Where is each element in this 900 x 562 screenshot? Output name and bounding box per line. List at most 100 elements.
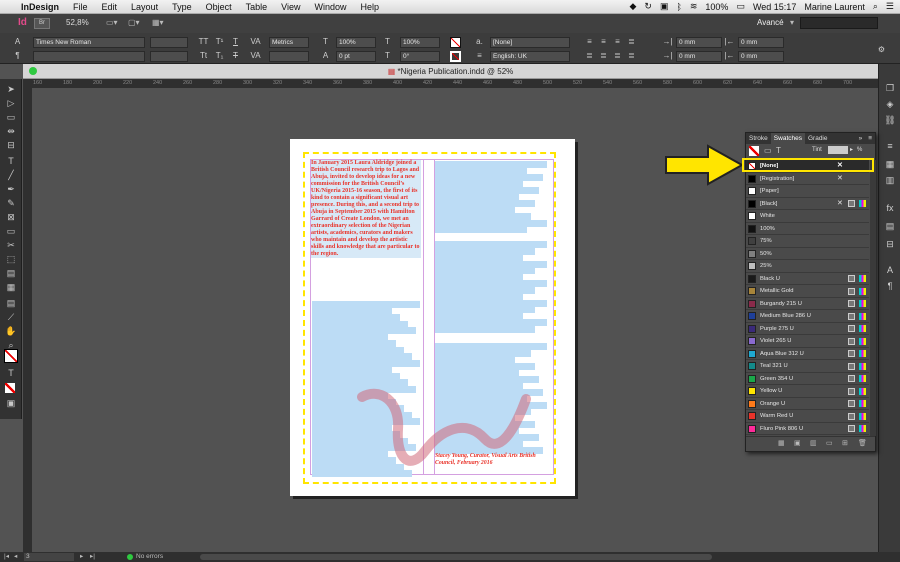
justify-icon[interactable]: ≣ [626, 36, 637, 47]
panel-menu-icon[interactable]: ≡ [865, 133, 875, 144]
horizontal-scale-field[interactable]: 100% [400, 37, 440, 48]
subscript-icon[interactable]: T₁ [214, 50, 225, 61]
align-spine-icon[interactable]: ≣ [598, 50, 609, 61]
menu-item-window[interactable]: Window [307, 2, 353, 12]
last-page-icon[interactable]: ▸| [90, 552, 95, 562]
align-left-icon[interactable]: ≡ [584, 36, 595, 47]
tab-swatches[interactable]: Swatches [770, 133, 805, 144]
horizontal-scrollbar[interactable] [200, 554, 712, 560]
menu-item-layout[interactable]: Layout [124, 2, 165, 12]
line-tool-icon[interactable]: ╱ [3, 169, 19, 181]
menu-item-view[interactable]: View [274, 2, 307, 12]
right-indent-field[interactable]: 0 mm [738, 37, 784, 48]
skew-field[interactable]: 0° [400, 51, 440, 62]
selection-tool-icon[interactable]: ➤ [3, 83, 19, 95]
swatch-row[interactable]: Black U [746, 273, 869, 285]
font-family-field[interactable]: Times New Roman [33, 37, 145, 48]
swatch-row[interactable]: Metallic Gold [746, 285, 869, 298]
stroke-none-swatch-icon[interactable] [450, 51, 461, 62]
battery-icon[interactable]: ▭ [736, 1, 745, 12]
gradient-feather-tool-icon[interactable]: ▦ [3, 281, 19, 293]
tint-field[interactable] [828, 146, 848, 154]
swatch-row[interactable]: [Black] ✕ [746, 198, 869, 210]
fill-stroke-proxy-icon[interactable] [749, 146, 759, 156]
dropbox-icon[interactable]: ◆ [629, 1, 636, 12]
character-mode-icon[interactable]: A [12, 36, 23, 47]
page-number-field[interactable]: 3 [24, 553, 74, 561]
show-all-swatches-icon[interactable]: ▦ [778, 437, 785, 451]
strikethrough-icon[interactable]: T [230, 50, 241, 61]
swatch-row[interactable]: Warm Red U [746, 410, 869, 423]
rectangle-frame-tool-icon[interactable]: ⊠ [3, 211, 19, 223]
show-gradient-swatches-icon[interactable]: ▥ [810, 437, 817, 451]
fill-none-swatch-icon[interactable] [450, 37, 461, 48]
links-panel-icon[interactable]: ⛓ [883, 114, 897, 127]
battery-percent[interactable]: 100% [705, 2, 728, 12]
gradient-tool-icon[interactable]: ▤ [3, 267, 19, 279]
delete-swatch-icon[interactable]: 🗑 [858, 437, 867, 451]
swatch-row[interactable]: Violet 265 U [746, 335, 869, 348]
menu-item-indesign[interactable]: InDesign [14, 2, 66, 12]
user-name[interactable]: Marine Laurent [804, 2, 865, 12]
font-size-field[interactable] [150, 37, 188, 48]
bridge-button[interactable]: Br [34, 18, 50, 29]
clock[interactable]: Wed 15:17 [753, 2, 796, 12]
justify-last-icon[interactable]: ≣ [626, 50, 637, 61]
preflight-status[interactable]: No errors [136, 552, 163, 562]
apply-none-icon[interactable] [5, 383, 15, 393]
workspace-dropdown-icon[interactable]: ▾ [790, 18, 794, 27]
menu-item-file[interactable]: File [66, 2, 95, 12]
formatting-text-icon[interactable]: T [3, 367, 19, 379]
fill-stroke-swatch-icon[interactable] [4, 349, 18, 363]
show-color-swatches-icon[interactable]: ▣ [794, 437, 801, 451]
vertical-ruler[interactable] [23, 88, 32, 552]
menu-extra-icon[interactable]: ▣ [660, 1, 669, 12]
swatch-row[interactable]: 50% [746, 248, 869, 260]
swatch-row[interactable]: [Paper] [746, 185, 869, 198]
swatch-row[interactable]: Aqua Blue 312 U [746, 348, 869, 360]
screen-mode-icon[interactable]: ▢▾ [128, 18, 140, 27]
page-tool-icon[interactable]: ▭ [3, 111, 19, 123]
content-collector-icon[interactable]: ⊟ [3, 139, 19, 151]
formatting-text-icon[interactable]: T [776, 146, 781, 155]
align-panel-icon[interactable]: ⊟ [883, 238, 897, 251]
panel-scrollbar[interactable] [870, 160, 876, 436]
pages-panel-icon[interactable]: ❐ [883, 82, 897, 95]
arrange-documents-icon[interactable]: ▦▾ [152, 18, 164, 27]
stroke-panel-icon[interactable]: ≡ [883, 140, 897, 153]
eyedropper-tool-icon[interactable]: ⟋ [3, 311, 19, 323]
swatch-row[interactable]: [Registration] ✕ [746, 173, 869, 185]
layers-panel-icon[interactable]: ◈ [883, 98, 897, 111]
tab-stroke[interactable]: Stroke [746, 133, 771, 144]
swatch-row[interactable]: Burgandy 215 U [746, 298, 869, 310]
align-center-icon[interactable]: ≡ [598, 36, 609, 47]
language-field[interactable]: English: UK [490, 51, 570, 62]
paragraph-styles-panel-icon[interactable]: ¶ [883, 280, 897, 293]
small-caps-icon[interactable]: Tt [198, 50, 209, 61]
horizontal-ruler[interactable]: 160 180 200 220 240 260 280 300 320 340 360 380 400 4… [23, 79, 878, 88]
settings-icon[interactable]: ⚙ [876, 44, 887, 55]
character-styles-panel-icon[interactable]: A [883, 264, 897, 277]
align-away-spine-icon[interactable]: ≣ [612, 50, 623, 61]
free-transform-tool-icon[interactable]: ⬚ [3, 253, 19, 265]
screen-mode-tool-icon[interactable]: ▣ [3, 397, 19, 409]
baseline-shift-field[interactable]: 0 pt [336, 51, 376, 62]
type-tool-icon[interactable]: T [3, 155, 19, 167]
effects-panel-icon[interactable]: fx [883, 202, 897, 215]
last-line-indent-field[interactable]: 0 mm [738, 51, 784, 62]
menu-item-edit[interactable]: Edit [95, 2, 125, 12]
pen-tool-icon[interactable]: ✒ [3, 183, 19, 195]
bluetooth-icon[interactable]: ᛒ [676, 2, 681, 12]
workspace-switcher[interactable]: Avancé [757, 18, 784, 27]
underline-icon[interactable]: T [230, 36, 241, 47]
prev-page-icon[interactable]: ◂ [14, 552, 17, 562]
note-tool-icon[interactable]: ▤ [3, 297, 19, 309]
align-right-icon[interactable]: ≡ [612, 36, 623, 47]
font-style-field[interactable] [33, 51, 145, 62]
superscript-icon[interactable]: T¹ [214, 36, 225, 47]
justify-all-icon[interactable]: ≣ [584, 50, 595, 61]
menu-item-help[interactable]: Help [354, 2, 387, 12]
direct-selection-tool-icon[interactable]: ▷ [3, 97, 19, 109]
vertical-scale-field[interactable]: 100% [336, 37, 376, 48]
search-field[interactable] [800, 17, 878, 29]
